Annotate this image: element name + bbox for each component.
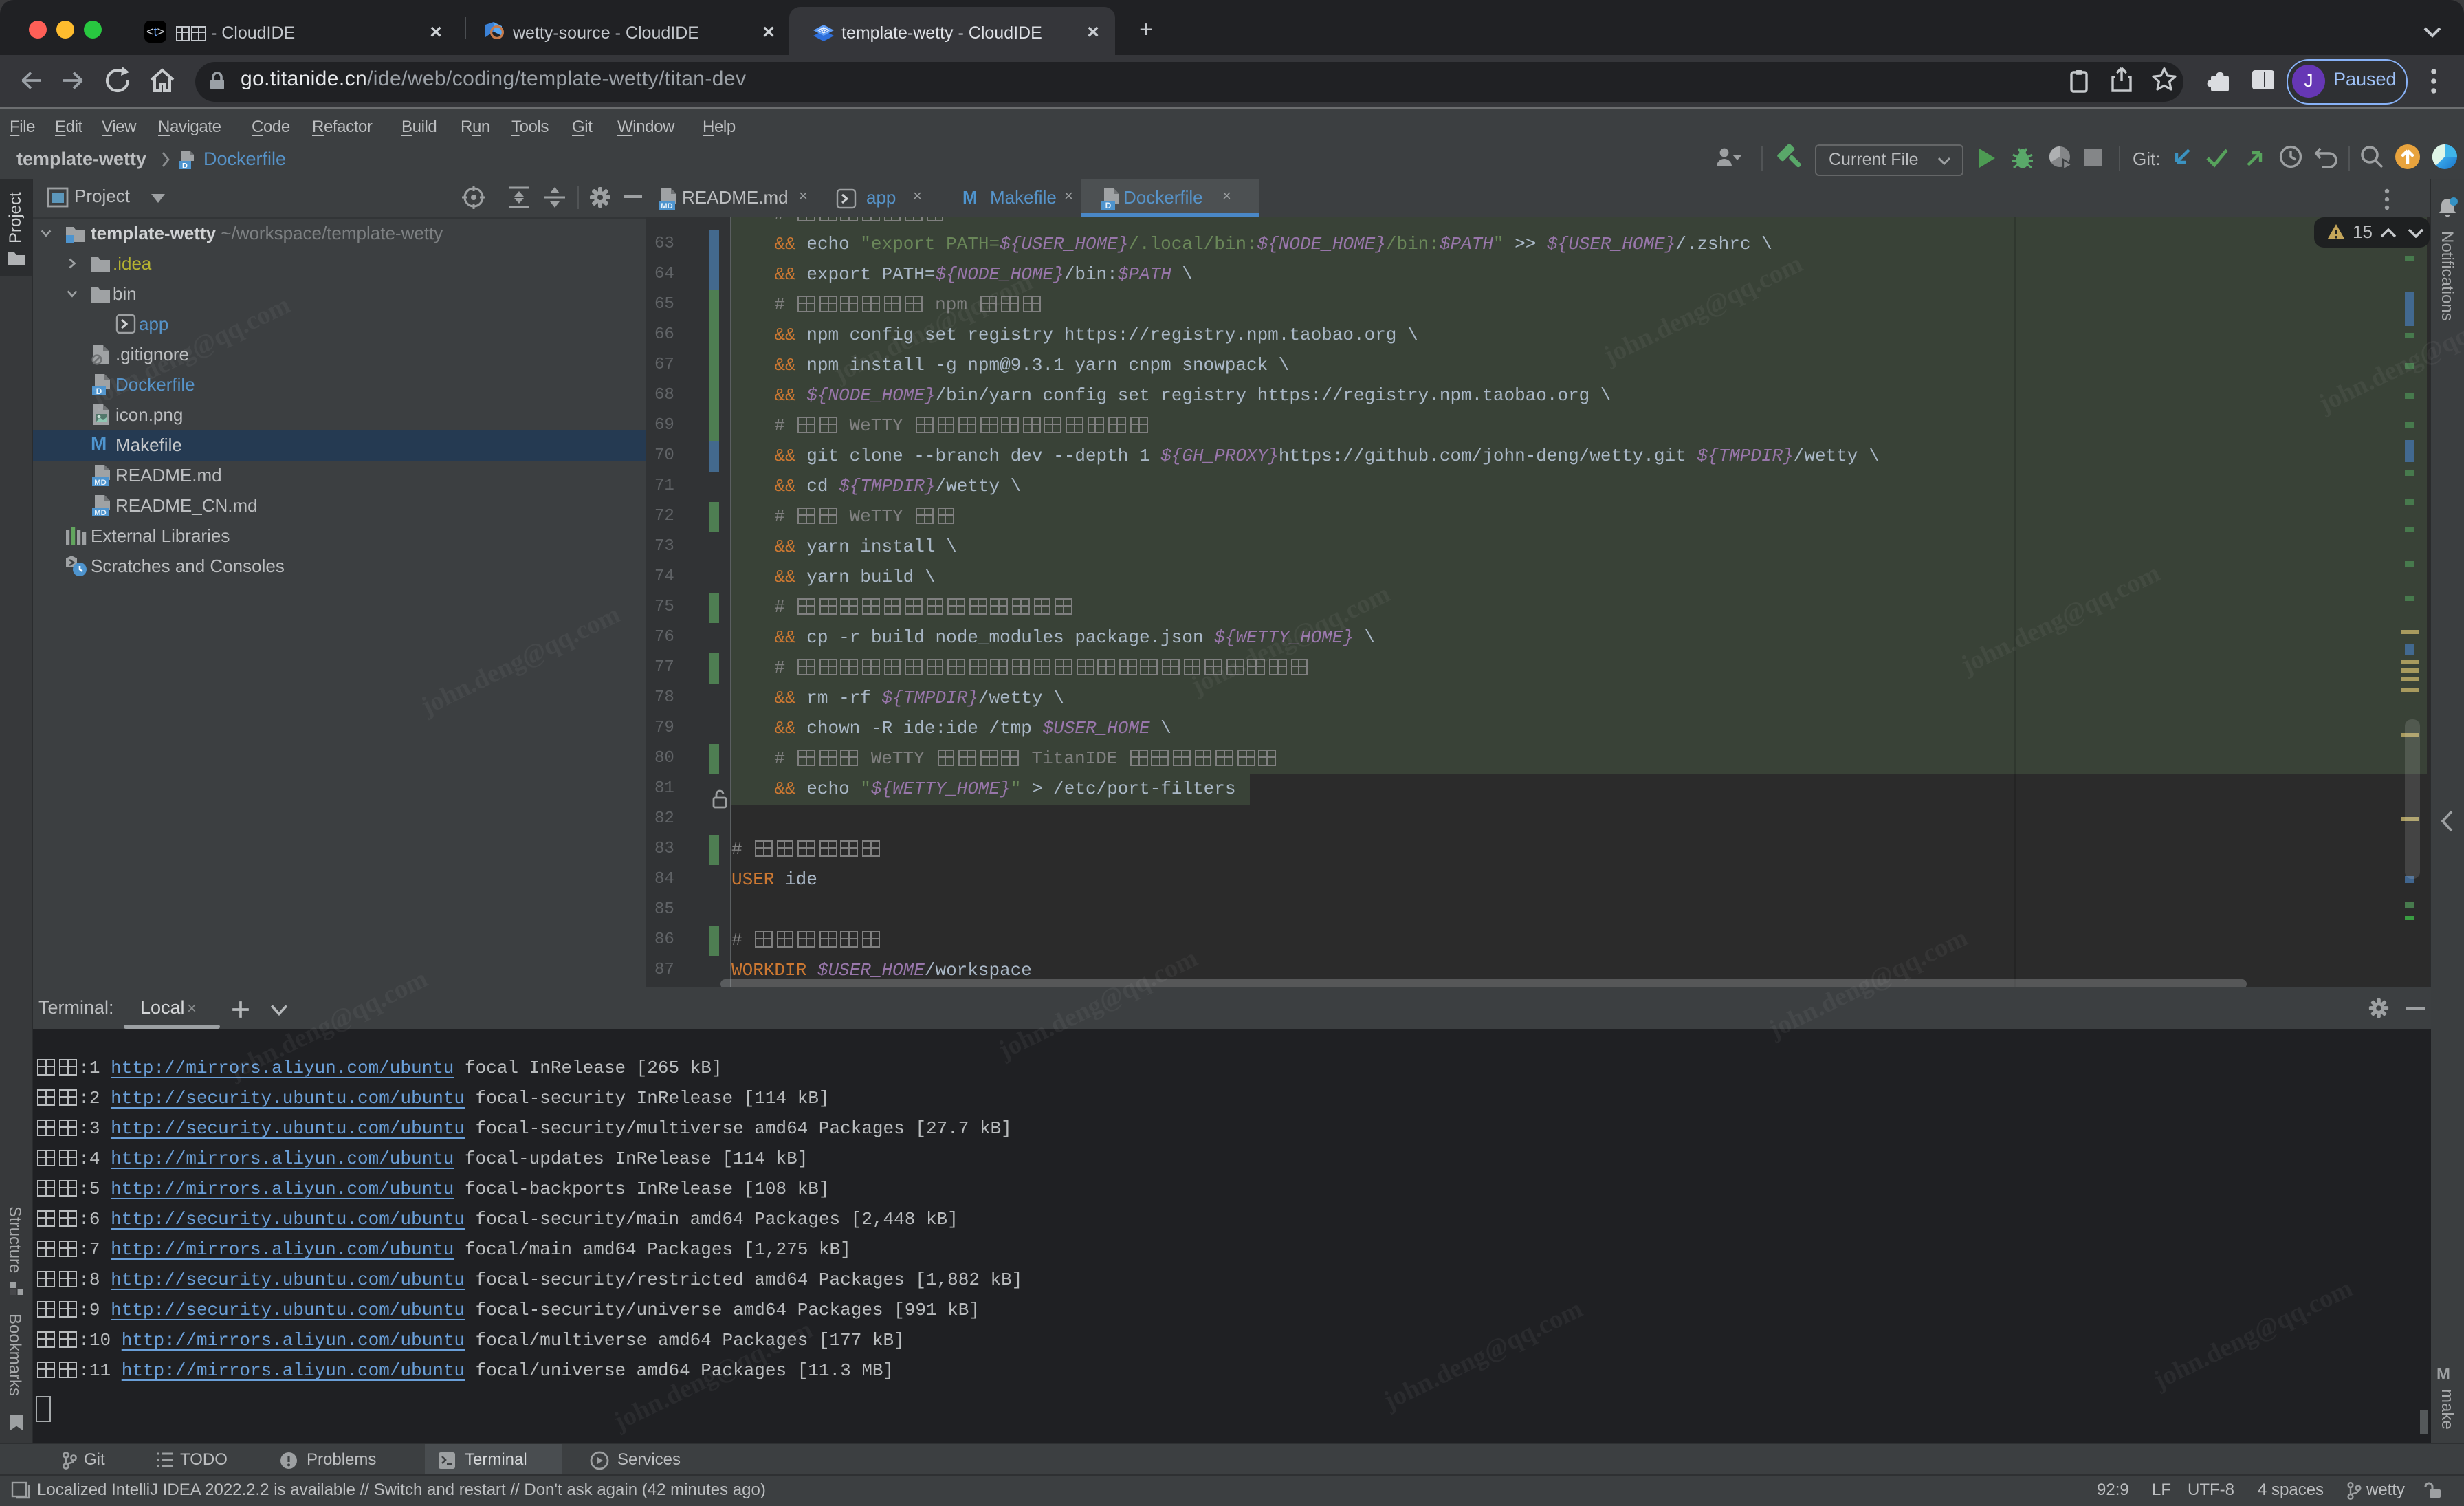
svg-text:D: D bbox=[1106, 201, 1112, 210]
svg-text:D: D bbox=[182, 162, 188, 170]
svg-text:</>: </> bbox=[820, 28, 828, 34]
svg-text:MD: MD bbox=[94, 509, 106, 517]
svg-text:MD: MD bbox=[661, 202, 672, 210]
svg-text:MD: MD bbox=[94, 479, 106, 487]
